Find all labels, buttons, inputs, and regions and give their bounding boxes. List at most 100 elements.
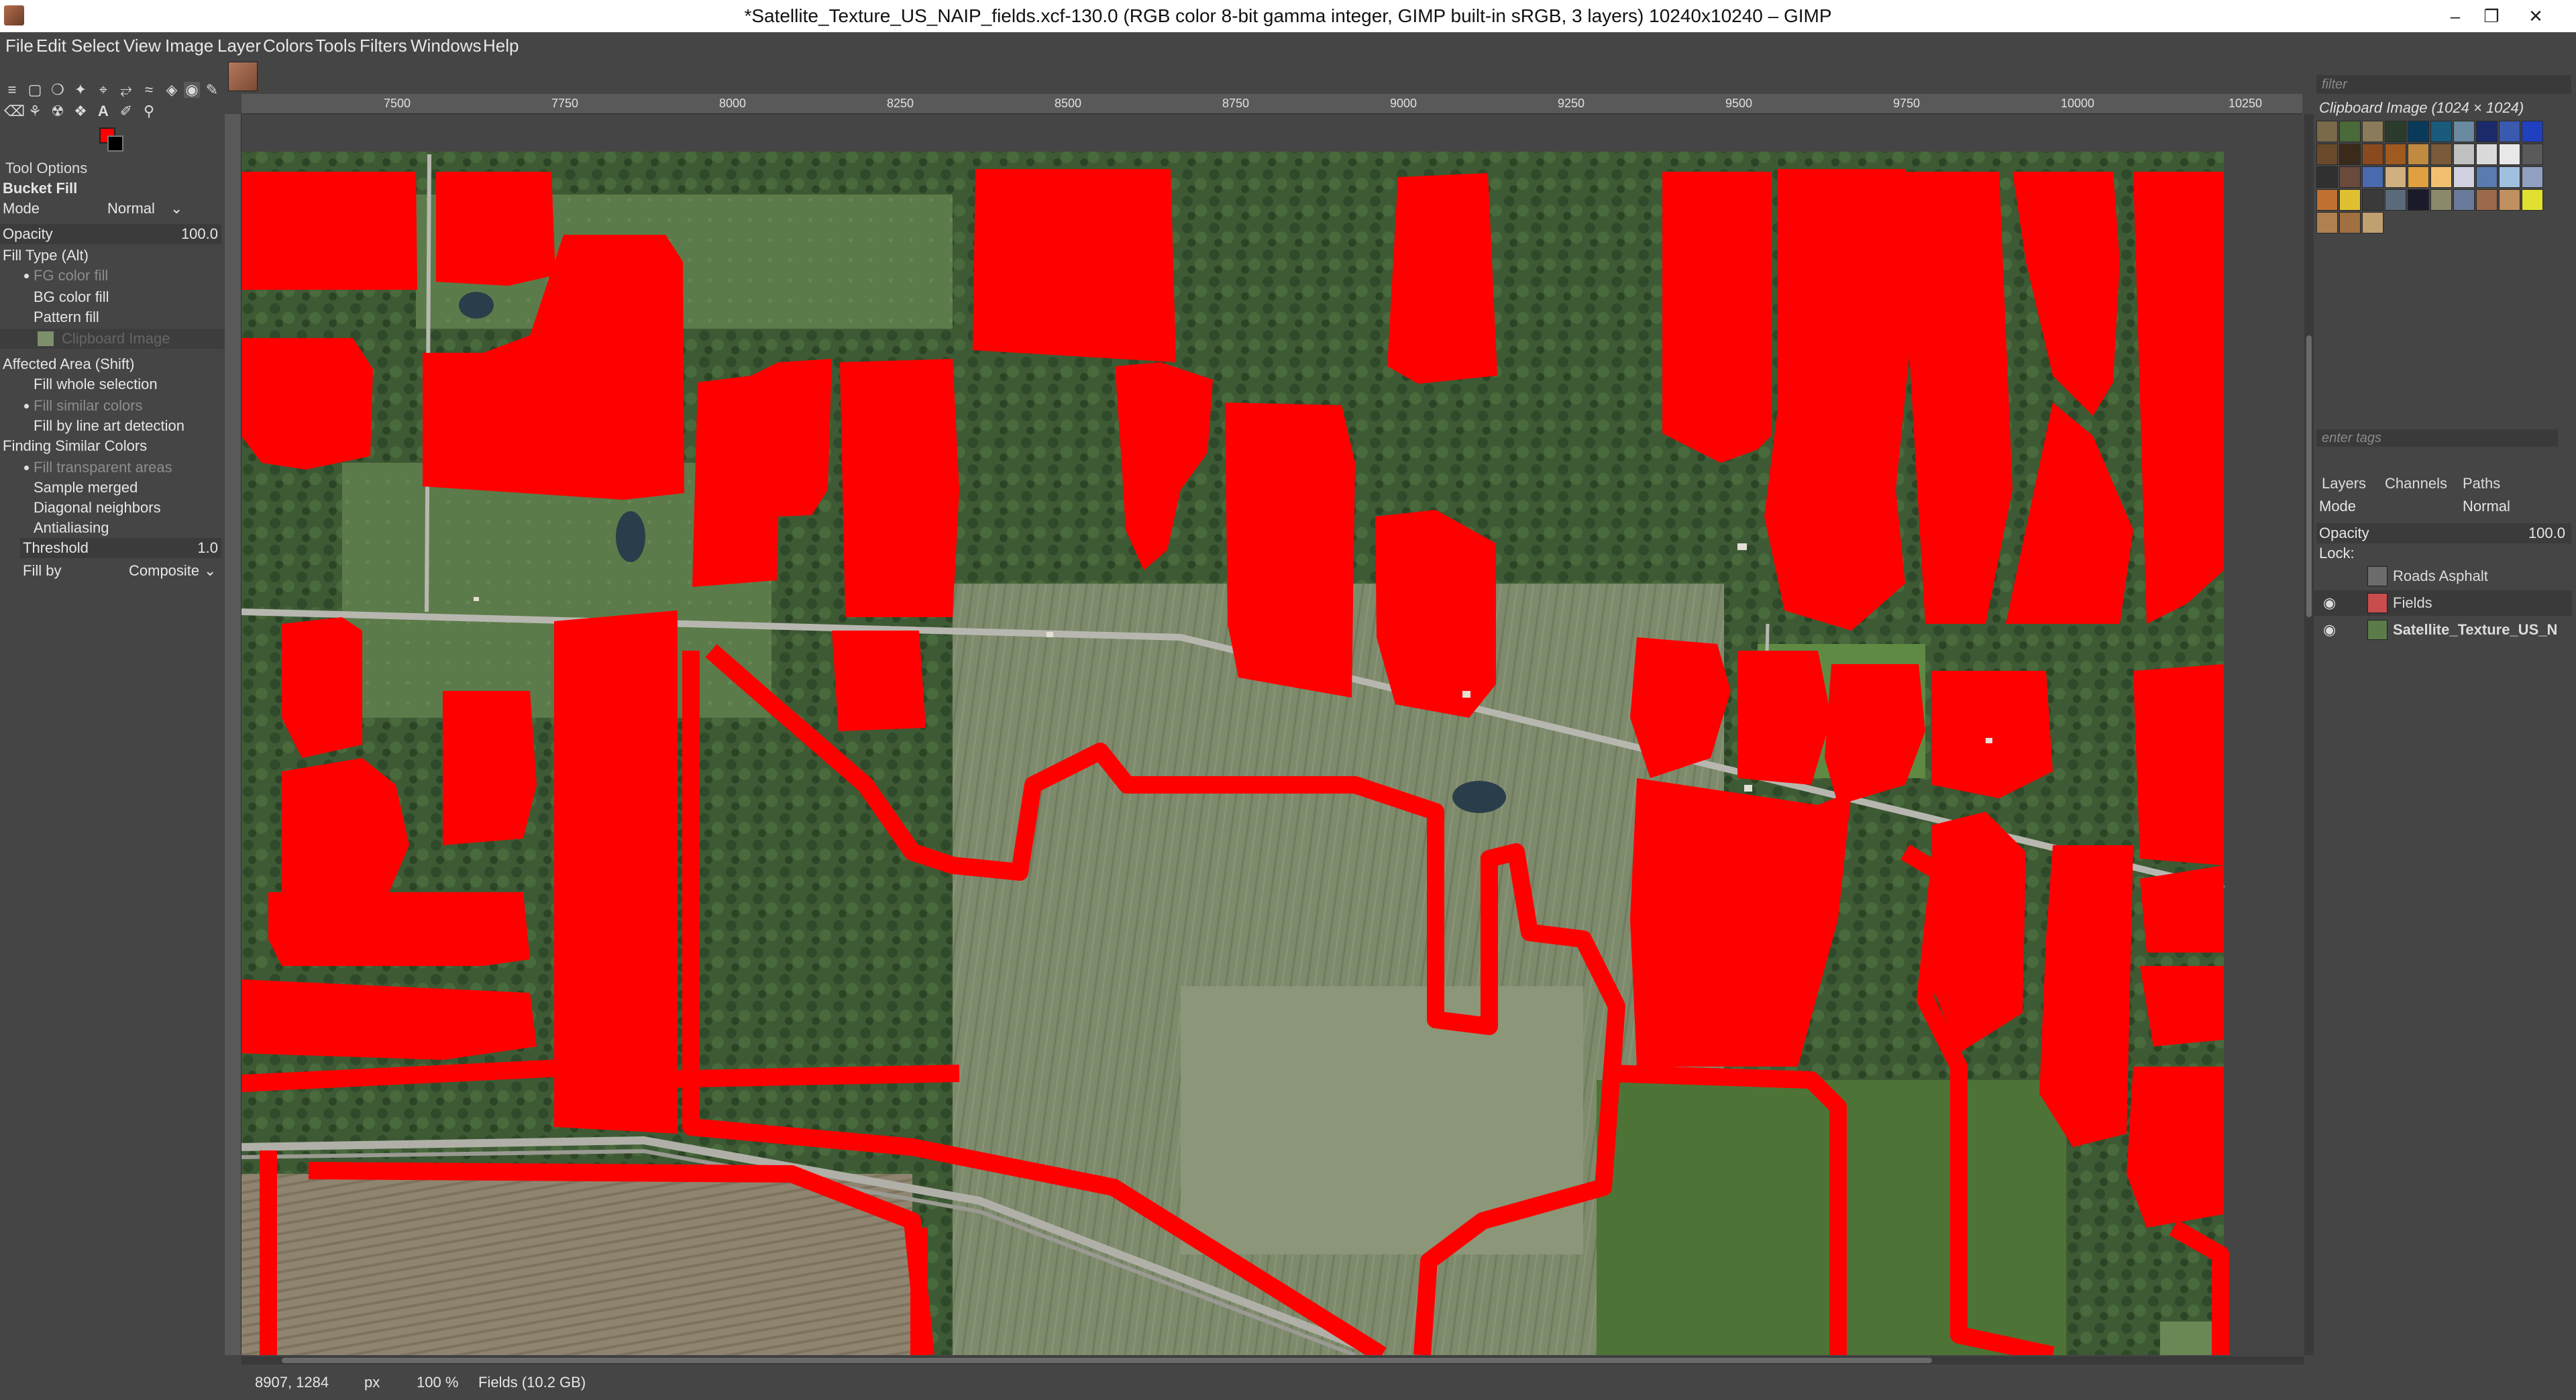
scroll-thumb[interactable] bbox=[282, 1358, 1932, 1363]
pattern-swatch[interactable] bbox=[2408, 121, 2429, 142]
pattern-swatch[interactable] bbox=[2339, 189, 2361, 211]
cage-icon[interactable]: ◈ bbox=[164, 82, 180, 98]
transform-icon[interactable]: ⥂ bbox=[118, 82, 134, 98]
menu-layer[interactable]: Layer bbox=[217, 32, 261, 59]
pattern-swatch[interactable] bbox=[2408, 166, 2429, 188]
pattern-swatch[interactable] bbox=[2385, 166, 2406, 188]
path-icon[interactable]: ❖ bbox=[72, 103, 89, 119]
fill-by-dropdown[interactable]: Composite bbox=[129, 561, 199, 581]
eye-icon[interactable]: ◉ bbox=[2323, 617, 2336, 643]
warp-icon[interactable]: ≈ bbox=[141, 82, 157, 98]
fill-type-pattern[interactable]: Pattern fill bbox=[34, 307, 99, 327]
pattern-swatch[interactable] bbox=[2453, 189, 2475, 211]
layer-name[interactable]: Satellite_Texture_US_N bbox=[2393, 617, 2557, 643]
pattern-swatch[interactable] bbox=[2316, 166, 2338, 188]
crop-icon[interactable]: ⌖ bbox=[95, 82, 111, 98]
pattern-swatch[interactable] bbox=[2453, 166, 2475, 188]
chevron-down-icon[interactable]: ⌄ bbox=[170, 199, 182, 219]
pattern-swatch[interactable] bbox=[2522, 166, 2543, 188]
layer-thumbnail[interactable] bbox=[2367, 593, 2387, 613]
pattern-swatch[interactable] bbox=[2339, 144, 2361, 165]
pattern-swatch[interactable] bbox=[2339, 121, 2361, 142]
pattern-swatch[interactable] bbox=[2362, 212, 2383, 233]
pattern-swatch[interactable] bbox=[2430, 121, 2452, 142]
radio-selected-icon[interactable] bbox=[24, 404, 29, 409]
layer-thumbnail[interactable] bbox=[2367, 620, 2387, 640]
affected-line-art[interactable]: Fill by line art detection bbox=[34, 416, 184, 436]
menu-view[interactable]: View bbox=[123, 32, 161, 59]
tags-input[interactable]: enter tags bbox=[2316, 429, 2558, 447]
close-icon[interactable]: ✕ bbox=[2516, 0, 2556, 32]
radio-selected-icon[interactable] bbox=[24, 274, 29, 278]
canvas-image[interactable] bbox=[241, 114, 2304, 1355]
pattern-swatch[interactable] bbox=[2499, 166, 2520, 188]
pattern-swatch[interactable] bbox=[2499, 189, 2520, 211]
fill-type-bg[interactable]: BG color fill bbox=[34, 287, 109, 307]
pattern-swatch[interactable] bbox=[2522, 189, 2543, 211]
background-color-swatch[interactable] bbox=[107, 136, 123, 152]
pattern-swatch[interactable] bbox=[2453, 144, 2475, 165]
pattern-swatch[interactable] bbox=[2316, 189, 2338, 211]
pattern-swatch[interactable] bbox=[2430, 189, 2452, 211]
pattern-swatch[interactable] bbox=[2316, 144, 2338, 165]
menu-select[interactable]: Select bbox=[71, 32, 119, 59]
tab-channels[interactable]: Channels bbox=[2385, 474, 2447, 494]
layer-name[interactable]: Fields bbox=[2393, 590, 2432, 616]
menu-windows[interactable]: Windows bbox=[411, 32, 481, 59]
checkbox-checked-icon[interactable] bbox=[24, 466, 29, 470]
pattern-swatch[interactable] bbox=[2316, 212, 2338, 233]
pattern-swatch[interactable] bbox=[2362, 166, 2383, 188]
pattern-swatch[interactable] bbox=[2499, 121, 2520, 142]
fill-transparent-checkbox[interactable]: Fill transparent areas bbox=[34, 457, 172, 478]
pattern-swatch[interactable] bbox=[2385, 189, 2406, 211]
layers-mode-dropdown[interactable]: Normal bbox=[2463, 496, 2510, 517]
paintbrush-icon[interactable]: ✎ bbox=[204, 82, 220, 98]
tab-paths[interactable]: Paths bbox=[2463, 474, 2500, 494]
pattern-swatch[interactable] bbox=[2430, 166, 2452, 188]
minimize-icon[interactable]: – bbox=[2435, 0, 2475, 32]
pattern-swatch[interactable] bbox=[2476, 144, 2498, 165]
opacity-value[interactable]: 100.0 bbox=[181, 224, 218, 244]
affected-whole-selection[interactable]: Fill whole selection bbox=[34, 374, 158, 394]
pattern-swatch[interactable] bbox=[2522, 144, 2543, 165]
menu-tools[interactable]: Tools bbox=[315, 32, 356, 59]
pattern-swatch[interactable] bbox=[2499, 144, 2520, 165]
layers-opacity-value[interactable]: 100.0 bbox=[2528, 523, 2565, 543]
pattern-filter-input[interactable]: filter bbox=[2316, 75, 2571, 94]
restore-icon[interactable]: ❐ bbox=[2471, 0, 2512, 32]
layer-thumbnail[interactable] bbox=[2367, 566, 2387, 586]
scroll-thumb[interactable] bbox=[2306, 335, 2312, 617]
pattern-swatch[interactable] bbox=[2339, 166, 2361, 188]
diagonal-neighbors-checkbox[interactable]: Diagonal neighbors bbox=[34, 498, 161, 518]
mode-dropdown[interactable]: Normal bbox=[107, 199, 155, 219]
pattern-swatch[interactable] bbox=[2362, 189, 2383, 211]
pattern-swatch[interactable] bbox=[2385, 121, 2406, 142]
tab-layers[interactable]: Layers bbox=[2322, 474, 2366, 494]
bucket-fill-icon[interactable]: ◉ bbox=[184, 82, 200, 98]
zoom-dropdown[interactable]: 100 % bbox=[417, 1374, 458, 1391]
eye-icon[interactable]: ◉ bbox=[2323, 590, 2336, 616]
clone-icon[interactable]: ⚘ bbox=[27, 103, 43, 119]
pattern-swatch[interactable] bbox=[2476, 166, 2498, 188]
vertical-scrollbar[interactable] bbox=[2304, 114, 2314, 1355]
pattern-swatch[interactable] bbox=[2430, 144, 2452, 165]
horizontal-scrollbar[interactable] bbox=[241, 1356, 2304, 1364]
pattern-swatch[interactable] bbox=[2362, 121, 2383, 142]
menu-edit[interactable]: Edit bbox=[36, 32, 66, 59]
pattern-swatch[interactable] bbox=[2339, 212, 2361, 233]
pattern-swatch[interactable] bbox=[2385, 144, 2406, 165]
fill-type-fg[interactable]: FG color fill bbox=[34, 266, 108, 286]
patterns-grid[interactable] bbox=[2316, 121, 2558, 342]
rect-select-icon[interactable]: ▢ bbox=[27, 82, 43, 98]
menu-help[interactable]: Help bbox=[483, 32, 519, 59]
pattern-swatch[interactable] bbox=[2522, 121, 2543, 142]
pattern-swatch[interactable] bbox=[2476, 121, 2498, 142]
menu-file[interactable]: File bbox=[5, 32, 34, 59]
menu-image[interactable]: Image bbox=[165, 32, 213, 59]
pattern-swatch[interactable] bbox=[2453, 121, 2475, 142]
pattern-thumb[interactable] bbox=[38, 331, 54, 346]
image-thumbnail[interactable] bbox=[228, 62, 258, 91]
text-tool-icon[interactable]: A bbox=[95, 103, 111, 119]
smudge-icon[interactable]: ☢ bbox=[50, 103, 66, 119]
affected-similar-colors[interactable]: Fill similar colors bbox=[34, 396, 143, 416]
